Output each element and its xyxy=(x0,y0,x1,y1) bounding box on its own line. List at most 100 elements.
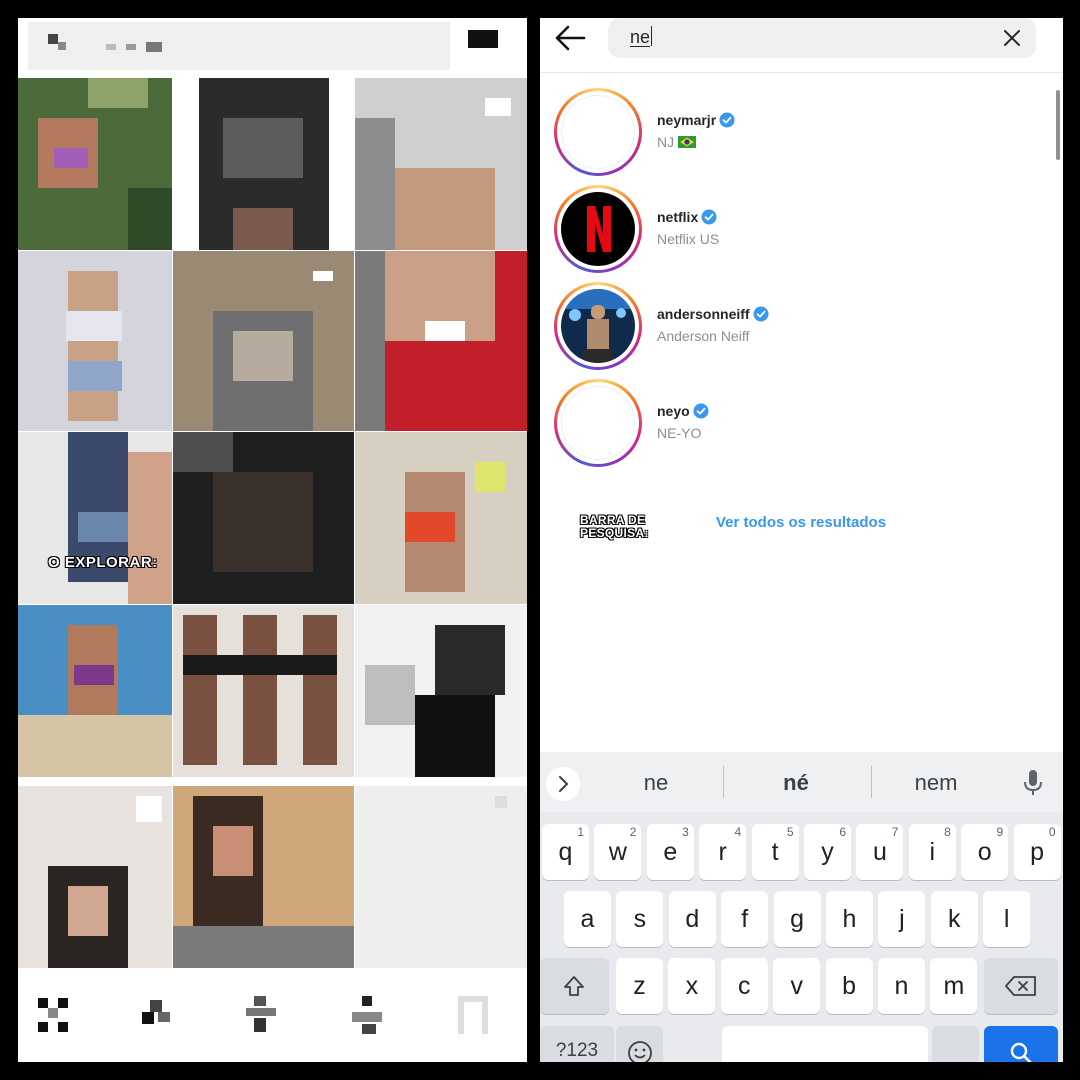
key-h[interactable]: h xyxy=(826,891,873,947)
scan-icon[interactable] xyxy=(468,30,498,48)
suggestion-item[interactable]: ne xyxy=(596,770,716,796)
key-r[interactable]: 4r xyxy=(699,824,747,880)
key-hint: 7 xyxy=(891,825,899,839)
shift-key[interactable] xyxy=(540,958,609,1014)
symbols-key[interactable]: ?123 xyxy=(540,1026,614,1062)
explore-tile[interactable] xyxy=(355,251,527,431)
key-w[interactable]: 2w xyxy=(594,824,642,880)
key-label: o xyxy=(977,838,992,866)
explore-tile[interactable] xyxy=(18,251,172,431)
explore-tile[interactable] xyxy=(18,605,172,777)
profile-icon[interactable] xyxy=(458,996,492,1036)
explore-tile[interactable] xyxy=(173,432,354,604)
explore-tile[interactable] xyxy=(173,786,354,986)
explore-tile[interactable] xyxy=(173,605,354,777)
key-q[interactable]: 1q xyxy=(542,824,589,880)
key-t[interactable]: 5t xyxy=(751,824,799,880)
key-label: g xyxy=(790,905,805,933)
key-p[interactable]: 0p xyxy=(1013,824,1061,880)
key-c[interactable]: c xyxy=(720,958,768,1014)
explore-tile[interactable] xyxy=(173,78,354,250)
key-hint: 6 xyxy=(839,825,846,839)
key-o[interactable]: 9o xyxy=(961,824,1009,880)
username: andersonneiff xyxy=(657,306,750,322)
search-icon xyxy=(1010,1042,1032,1062)
explore-tile[interactable] xyxy=(355,78,527,250)
key-a[interactable]: a xyxy=(564,891,611,947)
space-key[interactable] xyxy=(722,1026,928,1062)
key-g[interactable]: g xyxy=(773,891,821,947)
explore-tile[interactable] xyxy=(18,786,172,986)
search-icon xyxy=(48,34,58,44)
key-label: n xyxy=(894,972,909,1000)
key-x[interactable]: x xyxy=(668,958,716,1014)
key-b[interactable]: b xyxy=(825,958,873,1014)
key-d[interactable]: d xyxy=(668,891,716,947)
search-query: ne xyxy=(630,27,651,47)
back-arrow-icon[interactable] xyxy=(552,20,592,56)
key-s[interactable]: s xyxy=(616,891,664,947)
explore-tile[interactable] xyxy=(355,432,527,604)
full-name: Anderson Neiff xyxy=(657,328,750,344)
search-result[interactable]: netflix Netflix US xyxy=(554,185,1034,277)
key-i[interactable]: 8i xyxy=(908,824,956,880)
explore-tile[interactable] xyxy=(18,78,172,250)
key-label: p xyxy=(1030,838,1045,866)
bottom-navigation xyxy=(18,968,527,1062)
key-m[interactable]: m xyxy=(930,958,978,1014)
divider xyxy=(871,766,872,798)
key-y[interactable]: 6y xyxy=(804,824,851,880)
key-label: k xyxy=(948,905,961,933)
text-cursor xyxy=(651,26,653,46)
search-bar-caption: BARRA DE PESQUISA: xyxy=(580,513,649,540)
home-icon[interactable] xyxy=(36,996,70,1036)
key-label: f xyxy=(741,905,749,933)
search-input[interactable]: ne xyxy=(608,18,1036,58)
key-k[interactable]: k xyxy=(930,891,978,947)
search-result[interactable]: neyo NE-YO xyxy=(554,379,1034,471)
clear-icon[interactable] xyxy=(1002,28,1022,48)
suggestion-item[interactable]: nem xyxy=(876,770,996,796)
key-l[interactable]: l xyxy=(983,891,1031,947)
explore-tile[interactable] xyxy=(355,786,527,986)
shop-icon[interactable] xyxy=(352,996,386,1036)
search-nav-icon[interactable] xyxy=(140,996,174,1036)
search-screen: ne neymarjr NJ netflix Netflix US anders… xyxy=(540,18,1063,1062)
suggestion-item[interactable]: né xyxy=(736,770,856,796)
key-z[interactable]: z xyxy=(616,958,663,1014)
key-v[interactable]: v xyxy=(773,958,821,1014)
reels-icon[interactable] xyxy=(246,996,280,1036)
key-n[interactable]: n xyxy=(878,958,925,1014)
scrollbar[interactable] xyxy=(1056,90,1060,160)
chevron-right-icon[interactable] xyxy=(546,767,580,801)
key-j[interactable]: j xyxy=(878,891,926,947)
explore-tile[interactable] xyxy=(173,251,354,431)
backspace-key[interactable] xyxy=(984,958,1058,1014)
key-u[interactable]: 7u xyxy=(856,824,904,880)
key-f[interactable]: f xyxy=(721,891,769,947)
explore-search-bar[interactable] xyxy=(28,22,450,70)
key-hint: 3 xyxy=(682,825,689,839)
key-label: h xyxy=(842,905,857,933)
key-label: q xyxy=(558,838,573,866)
period-key[interactable] xyxy=(932,1026,979,1062)
emoji-key[interactable] xyxy=(616,1026,663,1062)
explore-tile[interactable] xyxy=(18,432,172,604)
key-label: d xyxy=(685,905,700,933)
keyboard-search-key[interactable] xyxy=(984,1026,1058,1062)
username: neyo xyxy=(657,403,690,419)
microphone-icon[interactable] xyxy=(1020,768,1046,798)
key-hint: 1 xyxy=(577,825,584,839)
key-label: y xyxy=(821,838,834,866)
emoji-icon xyxy=(628,1041,652,1062)
search-result[interactable]: andersonneiff Anderson Neiff xyxy=(554,282,1034,374)
key-label: w xyxy=(608,838,627,866)
explore-tile[interactable] xyxy=(355,605,527,777)
explore-screen: O EXPLORAR: xyxy=(18,18,527,1062)
key-label: l xyxy=(1003,905,1010,933)
story-ring xyxy=(554,88,642,176)
key-hint: 2 xyxy=(629,825,637,839)
key-e[interactable]: 3e xyxy=(646,824,694,880)
see-all-results-link[interactable]: Ver todos os resultados xyxy=(716,514,886,531)
search-result[interactable]: neymarjr NJ xyxy=(554,88,1034,180)
